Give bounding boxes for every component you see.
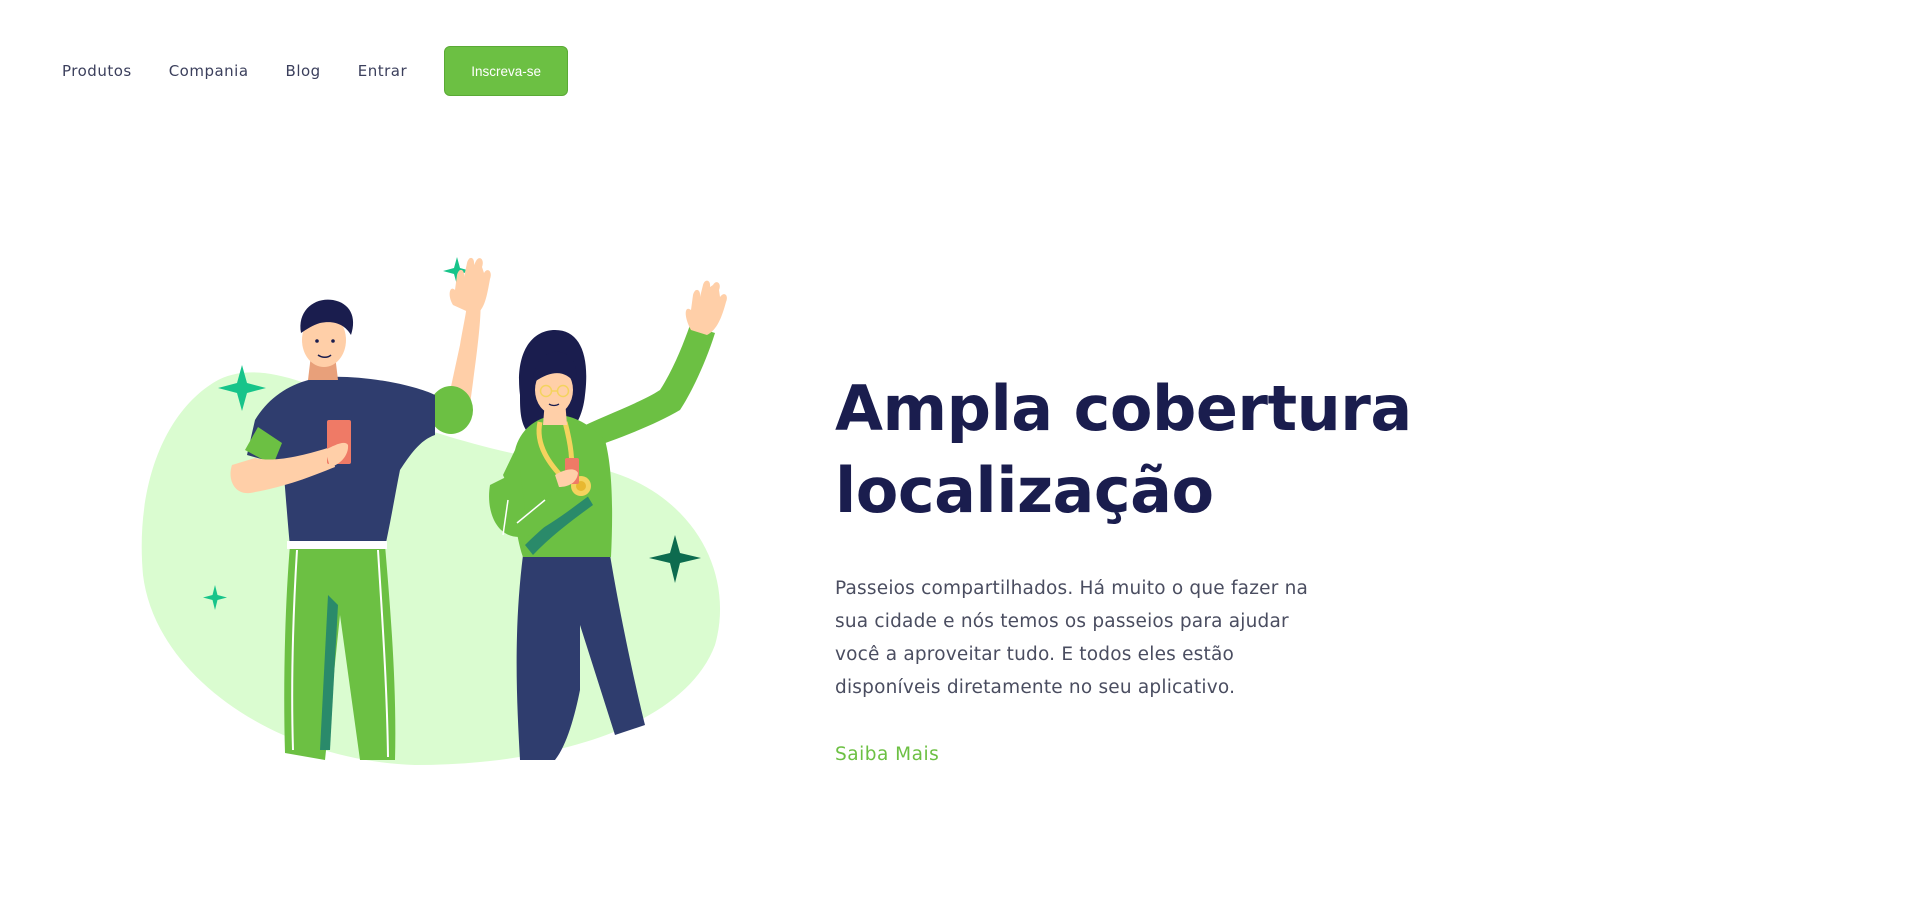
nav-link-compania[interactable]: Compania xyxy=(169,62,249,80)
learn-more-link[interactable]: Saiba Mais xyxy=(835,744,939,765)
hero-description: Passeios compartilhados. Há muito o que … xyxy=(835,578,1309,698)
hero-illustration xyxy=(135,255,735,775)
page: Produtos Compania Blog Entrar Inscreva-s… xyxy=(0,0,1920,917)
hero-title-line2: localização xyxy=(835,454,1214,527)
hero-title: Ampla cobertura localização xyxy=(835,368,1475,532)
woman-figure xyxy=(489,280,727,760)
hero-title-line1: Ampla cobertura xyxy=(835,372,1412,445)
hero-section: Ampla cobertura localização Passeios com… xyxy=(835,368,1475,765)
nav-link-blog[interactable]: Blog xyxy=(286,62,321,80)
nav-link-produtos[interactable]: Produtos xyxy=(62,62,132,80)
nav-link-entrar[interactable]: Entrar xyxy=(358,62,407,80)
signup-button[interactable]: Inscreva-se xyxy=(444,46,569,96)
top-nav: Produtos Compania Blog Entrar Inscreva-s… xyxy=(62,45,569,97)
